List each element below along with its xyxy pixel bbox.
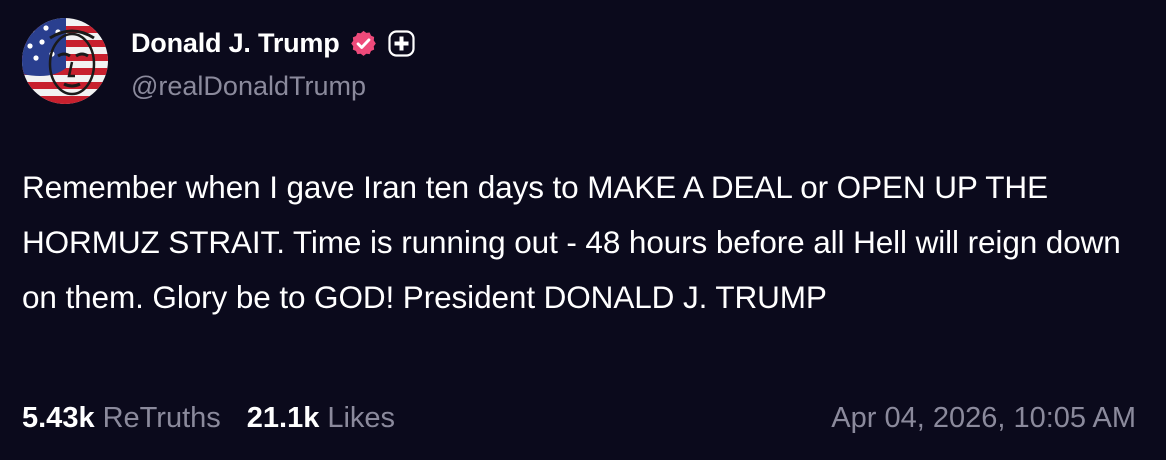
retruths-stat[interactable]: 5.43k ReTruths (22, 402, 221, 435)
post-card: Donald J. Trump @realDonaldTrump Remembe… (0, 0, 1166, 460)
post-timestamp[interactable]: Apr 04, 2026, 10:05 AM (831, 398, 1136, 438)
retruths-count: 5.43k (22, 401, 95, 434)
plus-badge-icon[interactable] (387, 29, 415, 57)
flag-portrait-avatar-icon (22, 18, 108, 104)
post-stats: 5.43k ReTruths 21.1k Likes (22, 398, 395, 438)
author-avatar[interactable] (22, 18, 108, 104)
verified-badge-icon (349, 29, 378, 58)
author-name-row: Donald J. Trump (131, 26, 415, 60)
likes-label: Likes (327, 401, 396, 434)
retruths-label: ReTruths (102, 401, 221, 434)
likes-stat[interactable]: 21.1k Likes (247, 402, 395, 435)
author-display-name[interactable]: Donald J. Trump (131, 28, 340, 59)
author-handle[interactable]: @realDonaldTrump (131, 71, 366, 102)
likes-count: 21.1k (246, 401, 320, 434)
post-body-text: Remember when I gave Iran ten days to MA… (22, 169, 1121, 315)
